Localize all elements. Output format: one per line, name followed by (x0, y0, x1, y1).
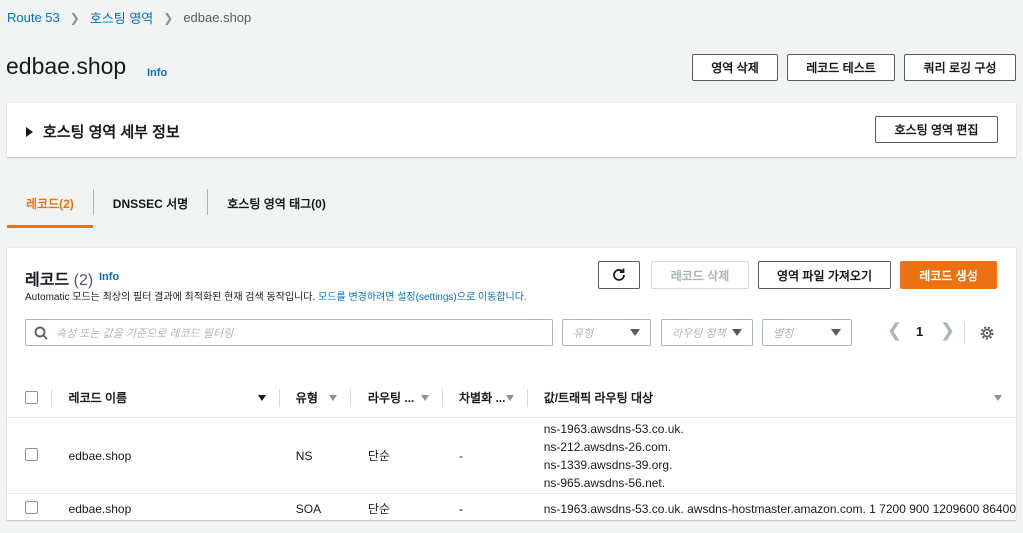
sort-icon (994, 394, 1002, 401)
record-diff-cell: - (442, 417, 528, 494)
caret-down-icon (630, 329, 640, 336)
record-name-cell: edbae.shop (51, 493, 280, 520)
caret-down-icon (831, 329, 841, 336)
chevron-right-icon: ❯ (69, 10, 80, 25)
column-label: 라우팅 ... (367, 391, 415, 405)
record-type-cell: SOA (279, 493, 351, 520)
gear-icon[interactable] (979, 325, 995, 341)
breadcrumb-current: edbae.shop (183, 10, 252, 25)
column-record-name[interactable]: 레코드 이름 (51, 378, 280, 418)
select-all-checkbox[interactable] (25, 391, 38, 404)
column-type[interactable]: 유형 (279, 378, 351, 418)
table-header-row: 레코드 이름 유형 라우팅 ... 차별화 ... 값/트래픽 라우팅 대상 (7, 378, 1016, 418)
column-value[interactable]: 값/트래픽 라우팅 대상 (527, 378, 1016, 418)
row-checkbox[interactable] (25, 500, 38, 514)
breadcrumb-hosted-zones[interactable]: 호스팅 영역 (90, 8, 153, 27)
breadcrumb-route53[interactable]: Route 53 (7, 10, 60, 25)
sort-icon (328, 394, 337, 401)
tab-dnssec[interactable]: DNSSEC 서명 (94, 185, 207, 228)
record-value-cell: ns-1963.awsdns-53.co.uk. ns-212.awsdns-2… (527, 417, 1016, 494)
sort-icon (505, 394, 514, 401)
column-label: 값/트래픽 라우팅 대상 (543, 391, 654, 405)
record-type-cell: NS (279, 417, 351, 494)
records-title: 레코드 (2) (25, 266, 93, 290)
column-routing[interactable]: 라우팅 ... (350, 378, 443, 418)
record-routing-cell: 단순 (350, 493, 443, 520)
import-zone-file-button[interactable]: 영역 파일 가져오기 (758, 261, 891, 289)
tab-tags[interactable]: 호스팅 영역 태그(0) (208, 185, 345, 228)
settings-link[interactable]: 모드를 변경하려면 설정(settings)으로 이동합니다. (318, 292, 527, 303)
records-count: (2) (73, 272, 94, 289)
delete-record-button[interactable]: 레코드 삭제 (651, 261, 749, 289)
page-title: edbae.shop (6, 53, 127, 79)
delete-zone-button[interactable]: 영역 삭제 (692, 54, 778, 81)
records-table: 레코드 이름 유형 라우팅 ... 차별화 ... 값/트래픽 라우팅 대상 e… (7, 378, 1016, 520)
record-value-line: ns-212.awsdns-26.com. (543, 439, 672, 454)
record-value-line: ns-965.awsdns-56.net. (543, 475, 666, 490)
search-icon (34, 326, 48, 340)
records-description: Automatic 모드는 최상의 필터 결과에 최적화된 현재 검색 동작입니… (25, 288, 527, 303)
column-differentiator[interactable]: 차별화 ... (442, 378, 528, 418)
alias-filter-select[interactable]: 별칭 (762, 319, 852, 346)
query-logging-button[interactable]: 쿼리 로깅 구성 (904, 54, 1016, 81)
sort-icon (257, 394, 266, 401)
table-row[interactable]: edbae.shop SOA 단순 - ns-1963.awsdns-53.co… (7, 493, 1016, 520)
chevron-right-icon: ❯ (163, 10, 174, 25)
caret-down-icon (732, 329, 742, 336)
hosted-zone-details-panel: 호스팅 영역 세부 정보 호스팅 영역 편집 (7, 103, 1016, 157)
routing-filter-select[interactable]: 라우팅 정책 (661, 319, 753, 346)
records-title-text: 레코드 (25, 272, 70, 289)
title-info-link[interactable]: Info (147, 67, 167, 79)
records-panel: 레코드 (2) Info Automatic 모드는 최상의 필터 결과에 최적… (7, 248, 1016, 520)
caret-right-icon (26, 126, 33, 137)
refresh-button[interactable] (598, 261, 640, 289)
refresh-icon (613, 268, 625, 281)
row-checkbox[interactable] (25, 447, 38, 461)
prev-page-icon[interactable]: ❮ (887, 320, 902, 341)
details-expand-toggle[interactable]: 호스팅 영역 세부 정보 (26, 121, 180, 142)
records-info-link[interactable]: Info (99, 271, 119, 283)
tabs: 레코드(2) DNSSEC 서명 호스팅 영역 태그(0) (7, 185, 1016, 228)
select-all-header (7, 378, 52, 418)
record-name-cell: edbae.shop (51, 417, 280, 494)
type-filter-select[interactable]: 유형 (562, 319, 651, 346)
details-title: 호스팅 영역 세부 정보 (43, 124, 180, 141)
column-label: 차별화 ... (458, 391, 506, 405)
edit-hosted-zone-button[interactable]: 호스팅 영역 편집 (875, 116, 998, 143)
records-description-text: Automatic 모드는 최상의 필터 결과에 최적화된 현재 검색 동작입니… (25, 292, 316, 303)
sort-icon (420, 394, 429, 401)
pager-divider (964, 322, 965, 344)
breadcrumb: Route 53 ❯ 호스팅 영역 ❯ edbae.shop (7, 8, 251, 27)
record-routing-cell: 단순 (350, 417, 443, 494)
record-value-line: ns-1339.awsdns-39.org. (543, 457, 673, 472)
table-row[interactable]: edbae.shop NS 단순 - ns-1963.awsdns-53.co.… (7, 417, 1016, 494)
record-value-line: ns-1963.awsdns-53.co.uk. (543, 421, 684, 436)
column-label: 유형 (295, 391, 318, 405)
next-page-icon[interactable]: ❯ (940, 320, 955, 341)
page-number[interactable]: 1 (916, 324, 923, 339)
test-record-button[interactable]: 레코드 테스트 (787, 54, 895, 81)
search-input[interactable]: 속성 또는 값을 기준으로 레코드 필터링 (25, 319, 553, 346)
type-filter-label: 유형 (573, 327, 594, 340)
record-diff-cell: - (442, 493, 528, 520)
search-placeholder: 속성 또는 값을 기준으로 레코드 필터링 (56, 327, 234, 340)
tab-records[interactable]: 레코드(2) (7, 185, 93, 228)
create-record-button[interactable]: 레코드 생성 (900, 261, 997, 289)
routing-filter-label: 라우팅 정책 (672, 327, 726, 340)
record-value-cell: ns-1963.awsdns-53.co.uk. awsdns-hostmast… (527, 493, 1016, 520)
column-label: 레코드 이름 (68, 391, 128, 405)
alias-filter-label: 별칭 (773, 327, 794, 340)
